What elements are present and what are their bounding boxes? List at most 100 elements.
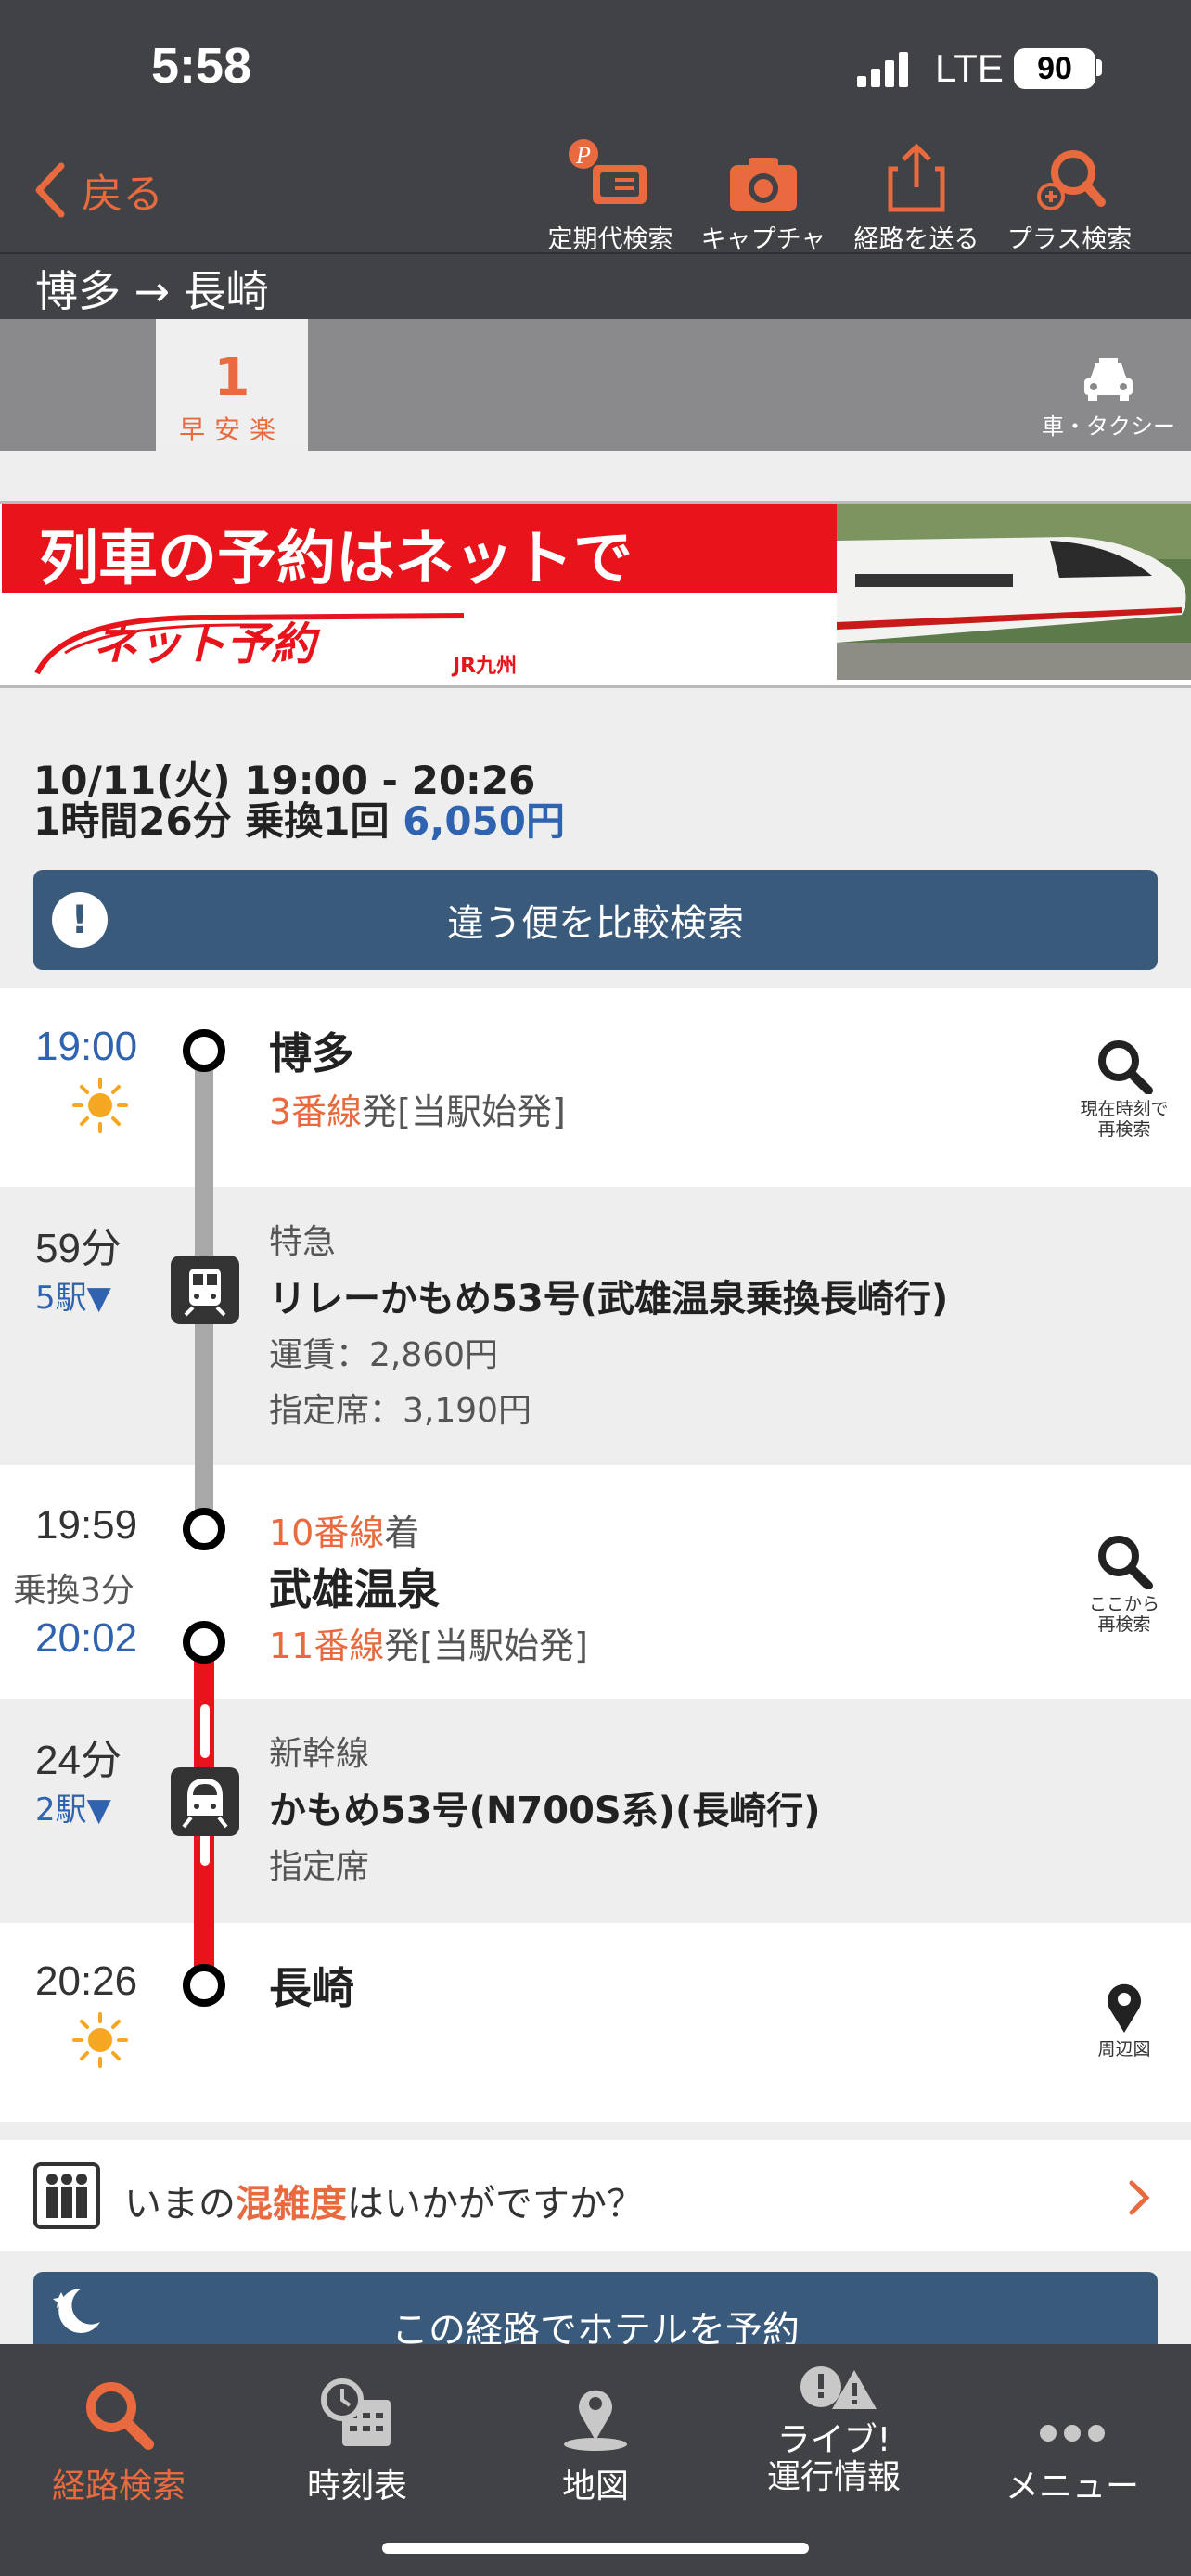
nav-label: 地図 xyxy=(561,2468,629,2506)
stop-panel-hakata xyxy=(0,988,1191,1187)
train-photo xyxy=(837,504,1191,680)
duration-transfers: 1時間26分 乗換1回 xyxy=(33,798,403,844)
back-button[interactable]: 戻る xyxy=(33,158,163,223)
search-label: ここから xyxy=(1088,1594,1159,1614)
leg-panel-1 xyxy=(0,1187,1191,1465)
exclamation-icon: ! xyxy=(52,892,108,948)
chevron-right-icon xyxy=(1129,2180,1150,2215)
more-icon xyxy=(1040,2425,1105,2442)
plus-search-button[interactable]: プラス検索 xyxy=(995,139,1144,255)
timetable-icon xyxy=(321,2378,391,2446)
leg-duration: 59分 xyxy=(35,1226,122,1271)
train-name: かもめ53号(N700S系)(長崎行) xyxy=(269,1790,821,1832)
departure-time: 19:00 xyxy=(35,1024,138,1069)
platform-info: 3番線発[当駅始発] xyxy=(269,1083,566,1134)
commuter-pass-search-button[interactable]: P 定期代検索 xyxy=(536,139,685,255)
shinkansen-icon xyxy=(171,1767,239,1836)
congestion-suffix: はいかがですか？ xyxy=(347,2183,644,2225)
back-label: 戻る xyxy=(82,171,163,218)
research-now-button[interactable]: 現在時刻で 再検索 xyxy=(1069,1037,1180,1140)
taxi-label: 車・タクシー xyxy=(1042,414,1175,440)
compare-search-button[interactable]: 違う便を比較検索 xyxy=(33,870,1158,970)
nav-label: ライブ! 運行情報 xyxy=(766,2421,901,2496)
platform-number: 3番線 xyxy=(269,1091,363,1132)
nav-menu[interactable]: メニュー xyxy=(970,2363,1174,2507)
total-fare: 6,050円 xyxy=(403,798,565,844)
departure-time: 20:02 xyxy=(35,1615,138,1661)
nav-label: 時刻表 xyxy=(306,2468,407,2506)
tool-label: キャプチャ xyxy=(700,225,826,254)
search-label: 再検索 xyxy=(1097,1614,1151,1635)
route-tags: 早安楽 xyxy=(178,414,285,445)
train-type: 新幹線 xyxy=(269,1735,370,1773)
reserved-seat-info: 指定席：3,190円 xyxy=(269,1392,532,1430)
stops-toggle[interactable]: 5駅▼ xyxy=(35,1272,111,1318)
research-from-here-button[interactable]: ここから 再検索 xyxy=(1069,1532,1180,1635)
plus-search-icon xyxy=(1037,150,1106,210)
station-node xyxy=(183,1621,225,1664)
arrival-time: 19:59 xyxy=(35,1502,138,1548)
tool-label: 定期代検索 xyxy=(547,225,673,254)
platform-number: 10番線 xyxy=(269,1512,385,1553)
tool-label: 経路を送る xyxy=(853,225,980,254)
share-icon xyxy=(888,143,945,212)
stop-panel-takeo xyxy=(0,1465,1191,1699)
nav-route-search[interactable]: 経路検索 xyxy=(17,2363,221,2507)
train-icon xyxy=(171,1256,239,1324)
station-node xyxy=(183,1964,225,2007)
platform-suffix: 発[当駅始発] xyxy=(384,1626,589,1666)
live-info-icon xyxy=(800,2366,877,2409)
transfer-time: 乗換3分 xyxy=(13,1572,134,1610)
sun-icon xyxy=(72,1078,128,1133)
ad-headline: 列車の予約はネットで xyxy=(39,525,633,593)
fare-info: 運賃：2,860円 xyxy=(269,1336,499,1374)
nav-label: メニュー xyxy=(1005,2468,1139,2506)
status-time: 5:58 xyxy=(151,38,252,94)
station-node xyxy=(183,1508,225,1550)
signal-icon xyxy=(857,52,908,87)
crowd-icon xyxy=(33,2162,100,2229)
congestion-highlight: 混雑度 xyxy=(236,2183,347,2225)
leg-duration: 24分 xyxy=(35,1738,122,1783)
map-pin-icon xyxy=(564,2390,627,2451)
platform-number: 11番線 xyxy=(269,1626,385,1666)
svg-text:P: P xyxy=(575,142,591,169)
home-indicator[interactable] xyxy=(382,2543,809,2554)
congestion-prompt: いまの混雑度はいかがですか？ xyxy=(124,2174,644,2227)
nav-timetable[interactable]: 時刻表 xyxy=(255,2363,459,2507)
platform-suffix: 着 xyxy=(384,1512,420,1553)
stops-toggle[interactable]: 2駅▼ xyxy=(35,1784,111,1830)
tab-route-1[interactable]: 1 早安楽 xyxy=(156,319,308,451)
ad-brand: JR九州 xyxy=(453,655,518,678)
train-name: リレーかもめ53号(武雄温泉乗換長崎行) xyxy=(269,1278,949,1320)
capture-button[interactable]: キャプチャ xyxy=(689,139,838,255)
compare-label: 違う便を比較検索 xyxy=(447,902,744,945)
chevron-left-icon xyxy=(35,162,65,218)
search-label: 現在時刻で xyxy=(1080,1099,1169,1119)
nav-label: 経路検索 xyxy=(51,2468,186,2506)
arrival-platform-info: 10番線着 xyxy=(269,1504,419,1555)
area-map-button[interactable]: 周辺図 xyxy=(1069,1981,1180,2060)
battery-tip xyxy=(1096,59,1102,76)
station-node xyxy=(183,1029,225,1072)
sun-icon xyxy=(72,2012,128,2068)
nav-live-info[interactable]: ライブ! 運行情報 xyxy=(732,2363,936,2496)
network-label: LTE xyxy=(935,46,1004,90)
send-route-button[interactable]: 経路を送る xyxy=(842,139,991,255)
platform-suffix: 発[当駅始発] xyxy=(362,1091,566,1132)
taxi-button[interactable]: 車・タクシー xyxy=(1030,356,1187,440)
station-name: 博多 xyxy=(269,1028,354,1078)
station-name: 長崎 xyxy=(269,1963,354,2013)
ad-logo-text: ネット予約 xyxy=(93,618,316,670)
departure-platform-info: 11番線発[当駅始発] xyxy=(269,1617,588,1668)
search-label: 再検索 xyxy=(1097,1119,1151,1140)
map-pin-icon xyxy=(1108,1983,1141,2033)
search-icon xyxy=(1098,1040,1153,1095)
route-number: 1 xyxy=(213,348,250,408)
route-search-icon xyxy=(86,2382,154,2450)
tool-label: プラス検索 xyxy=(1006,225,1133,254)
battery-icon: 90 xyxy=(1014,48,1095,89)
nav-map[interactable]: 地図 xyxy=(493,2363,698,2507)
route-title: 博多 → 長崎 xyxy=(35,266,269,316)
commuter-pass-icon: P xyxy=(569,139,647,204)
